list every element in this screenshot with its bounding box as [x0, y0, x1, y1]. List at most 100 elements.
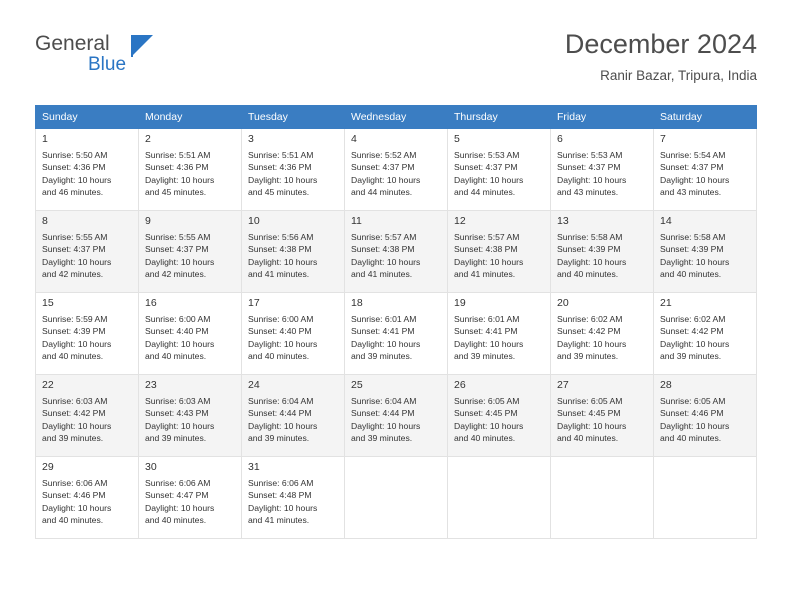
day-cell[interactable]: 9 Sunrise: 5:55 AM Sunset: 4:37 PM Dayli…	[138, 210, 242, 293]
day-number: 12	[454, 215, 466, 227]
day-cell[interactable]: 8 Sunrise: 5:55 AM Sunset: 4:37 PM Dayli…	[35, 210, 139, 293]
sunrise-text: Sunrise: 5:53 AM	[454, 150, 520, 160]
daylight-text-line1: Daylight: 10 hours	[145, 174, 215, 185]
day-cell[interactable]: 25 Sunrise: 6:04 AM Sunset: 4:44 PM Dayl…	[344, 374, 448, 457]
day-cell[interactable]: 10 Sunrise: 5:56 AM Sunset: 4:38 PM Dayl…	[241, 210, 345, 293]
calendar-header-row: Sunday Monday Tuesday Wednesday Thursday…	[35, 105, 757, 129]
sunset-text: Sunset: 4:40 PM	[145, 326, 209, 337]
day-cell[interactable]: 26 Sunrise: 6:05 AM Sunset: 4:45 PM Dayl…	[447, 374, 551, 457]
day-cell[interactable]: 14 Sunrise: 5:58 AM Sunset: 4:39 PM Dayl…	[653, 210, 757, 293]
day-cell[interactable]: 29 Sunrise: 6:06 AM Sunset: 4:46 PM Dayl…	[35, 456, 139, 539]
day-cell[interactable]: 23 Sunrise: 6:03 AM Sunset: 4:43 PM Dayl…	[138, 374, 242, 457]
daylight-text-line1: Daylight: 10 hours	[248, 420, 318, 431]
location-subtitle: Ranir Bazar, Tripura, India	[600, 68, 757, 83]
sunset-text: Sunset: 4:39 PM	[42, 326, 106, 337]
daylight-text-line1: Daylight: 10 hours	[557, 338, 627, 349]
daylight-text-line2: and 40 minutes.	[557, 269, 619, 280]
sunrise-text: Sunrise: 5:56 AM	[248, 232, 314, 242]
sunrise-text: Sunrise: 6:01 AM	[351, 314, 417, 324]
sunrise-text: Sunrise: 5:51 AM	[248, 150, 314, 160]
sunrise-text: Sunrise: 5:55 AM	[42, 232, 108, 242]
day-cell[interactable]: 21 Sunrise: 6:02 AM Sunset: 4:42 PM Dayl…	[653, 292, 757, 375]
day-number: 29	[42, 461, 54, 473]
day-number: 1	[42, 133, 48, 145]
day-number: 6	[557, 133, 563, 145]
day-cell[interactable]: 17 Sunrise: 6:00 AM Sunset: 4:40 PM Dayl…	[241, 292, 345, 375]
day-cell[interactable]: 15 Sunrise: 5:59 AM Sunset: 4:39 PM Dayl…	[35, 292, 139, 375]
sunset-text: Sunset: 4:45 PM	[557, 408, 621, 419]
daylight-text-line2: and 40 minutes.	[248, 351, 310, 362]
daylight-text-line1: Daylight: 10 hours	[42, 338, 112, 349]
daylight-text-line1: Daylight: 10 hours	[42, 420, 112, 431]
sunrise-text: Sunrise: 6:02 AM	[557, 314, 623, 324]
day-cell[interactable]: 13 Sunrise: 5:58 AM Sunset: 4:39 PM Dayl…	[550, 210, 654, 293]
day-cell[interactable]: 18 Sunrise: 6:01 AM Sunset: 4:41 PM Dayl…	[344, 292, 448, 375]
day-cell[interactable]: 5 Sunrise: 5:53 AM Sunset: 4:37 PM Dayli…	[447, 128, 551, 211]
sunrise-text: Sunrise: 5:50 AM	[42, 150, 108, 160]
daylight-text-line2: and 39 minutes.	[454, 351, 516, 362]
day-cell[interactable]: 11 Sunrise: 5:57 AM Sunset: 4:38 PM Dayl…	[344, 210, 448, 293]
sunset-text: Sunset: 4:39 PM	[557, 244, 621, 255]
daylight-text-line1: Daylight: 10 hours	[42, 502, 112, 513]
day-cell[interactable]: 7 Sunrise: 5:54 AM Sunset: 4:37 PM Dayli…	[653, 128, 757, 211]
daylight-text-line1: Daylight: 10 hours	[351, 174, 421, 185]
day-cell[interactable]: 1 Sunrise: 5:50 AM Sunset: 4:36 PM Dayli…	[35, 128, 139, 211]
day-cell[interactable]: 22 Sunrise: 6:03 AM Sunset: 4:42 PM Dayl…	[35, 374, 139, 457]
weekday-header-tuesday: Tuesday	[241, 105, 345, 129]
empty-day-cell	[550, 456, 654, 539]
day-number: 14	[660, 215, 672, 227]
day-number: 18	[351, 297, 363, 309]
day-number: 15	[42, 297, 54, 309]
sunrise-text: Sunrise: 6:04 AM	[248, 396, 314, 406]
daylight-text-line1: Daylight: 10 hours	[454, 420, 524, 431]
day-cell[interactable]: 31 Sunrise: 6:06 AM Sunset: 4:48 PM Dayl…	[241, 456, 345, 539]
day-number: 23	[145, 379, 157, 391]
daylight-text-line2: and 40 minutes.	[145, 351, 207, 362]
daylight-text-line2: and 42 minutes.	[145, 269, 207, 280]
daylight-text-line2: and 40 minutes.	[42, 515, 104, 526]
day-number: 11	[351, 215, 362, 227]
calendar-week-row: 15 Sunrise: 5:59 AM Sunset: 4:39 PM Dayl…	[35, 292, 757, 375]
daylight-text-line2: and 39 minutes.	[42, 433, 104, 444]
day-cell[interactable]: 28 Sunrise: 6:05 AM Sunset: 4:46 PM Dayl…	[653, 374, 757, 457]
day-number: 30	[145, 461, 157, 473]
sunset-text: Sunset: 4:36 PM	[248, 162, 312, 173]
daylight-text-line1: Daylight: 10 hours	[660, 338, 730, 349]
sunset-text: Sunset: 4:38 PM	[454, 244, 518, 255]
calendar-week-row: 1 Sunrise: 5:50 AM Sunset: 4:36 PM Dayli…	[35, 128, 757, 211]
day-cell[interactable]: 12 Sunrise: 5:57 AM Sunset: 4:38 PM Dayl…	[447, 210, 551, 293]
day-number: 3	[248, 133, 254, 145]
weekday-header-monday: Monday	[138, 105, 242, 129]
day-cell[interactable]: 19 Sunrise: 6:01 AM Sunset: 4:41 PM Dayl…	[447, 292, 551, 375]
day-number: 26	[454, 379, 466, 391]
daylight-text-line2: and 40 minutes.	[557, 433, 619, 444]
day-cell[interactable]: 16 Sunrise: 6:00 AM Sunset: 4:40 PM Dayl…	[138, 292, 242, 375]
day-number: 21	[660, 297, 672, 309]
day-cell[interactable]: 24 Sunrise: 6:04 AM Sunset: 4:44 PM Dayl…	[241, 374, 345, 457]
daylight-text-line2: and 44 minutes.	[454, 187, 516, 198]
sunset-text: Sunset: 4:45 PM	[454, 408, 518, 419]
calendar-week-row: 8 Sunrise: 5:55 AM Sunset: 4:37 PM Dayli…	[35, 210, 757, 293]
day-cell[interactable]: 4 Sunrise: 5:52 AM Sunset: 4:37 PM Dayli…	[344, 128, 448, 211]
daylight-text-line2: and 40 minutes.	[454, 433, 516, 444]
sunrise-text: Sunrise: 6:04 AM	[351, 396, 417, 406]
daylight-text-line2: and 40 minutes.	[42, 351, 104, 362]
sunset-text: Sunset: 4:41 PM	[454, 326, 518, 337]
day-cell[interactable]: 3 Sunrise: 5:51 AM Sunset: 4:36 PM Dayli…	[241, 128, 345, 211]
daylight-text-line1: Daylight: 10 hours	[248, 256, 318, 267]
day-cell[interactable]: 20 Sunrise: 6:02 AM Sunset: 4:42 PM Dayl…	[550, 292, 654, 375]
day-cell[interactable]: 6 Sunrise: 5:53 AM Sunset: 4:37 PM Dayli…	[550, 128, 654, 211]
sunrise-text: Sunrise: 6:02 AM	[660, 314, 726, 324]
daylight-text-line1: Daylight: 10 hours	[660, 256, 730, 267]
sunrise-text: Sunrise: 5:57 AM	[351, 232, 417, 242]
daylight-text-line1: Daylight: 10 hours	[42, 174, 112, 185]
day-cell[interactable]: 27 Sunrise: 6:05 AM Sunset: 4:45 PM Dayl…	[550, 374, 654, 457]
sunset-text: Sunset: 4:42 PM	[42, 408, 106, 419]
weekday-header-thursday: Thursday	[447, 105, 551, 129]
day-number: 9	[145, 215, 151, 227]
day-number: 25	[351, 379, 363, 391]
generalblue-logo[interactable]: General Blue	[35, 32, 205, 80]
day-number: 4	[351, 133, 357, 145]
day-cell[interactable]: 30 Sunrise: 6:06 AM Sunset: 4:47 PM Dayl…	[138, 456, 242, 539]
day-cell[interactable]: 2 Sunrise: 5:51 AM Sunset: 4:36 PM Dayli…	[138, 128, 242, 211]
